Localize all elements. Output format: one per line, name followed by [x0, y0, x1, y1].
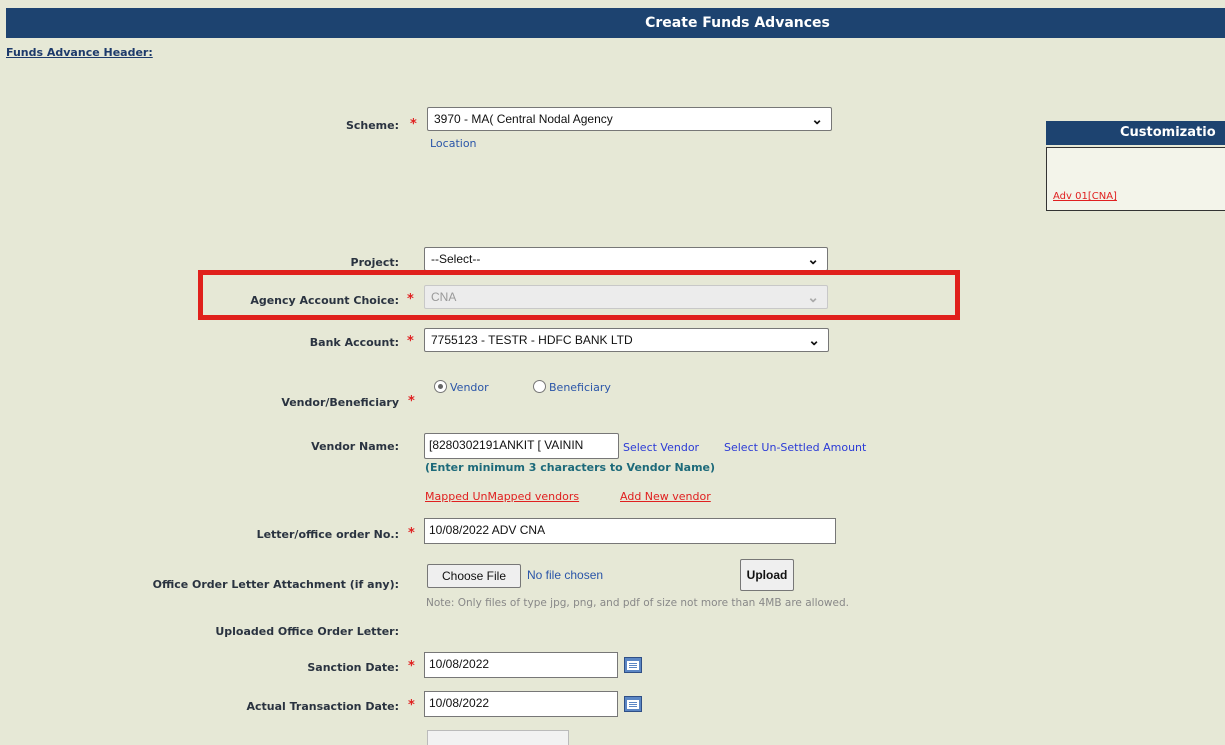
page-header-bar: Create Funds Advances [6, 8, 1225, 38]
required-asterisk: * [408, 526, 415, 541]
bank-account-select-value: 7755123 - TESTR - HDFC BANK LTD [431, 333, 633, 347]
required-asterisk: * [410, 117, 417, 132]
vendor-radio[interactable] [434, 380, 447, 393]
section-title-funds-advance-header[interactable]: Funds Advance Header: [6, 46, 153, 59]
sanction-date-label: Sanction Date: [307, 661, 399, 674]
actual-transaction-date-label: Actual Transaction Date: [246, 700, 399, 713]
project-select-value: --Select-- [431, 252, 481, 266]
next-field-partial [427, 730, 569, 745]
project-select[interactable]: --Select-- ⌄ [424, 247, 828, 271]
page-title: Create Funds Advances [645, 15, 830, 31]
required-asterisk: * [408, 394, 415, 409]
customization-link[interactable]: Adv 01[CNA] [1053, 191, 1117, 202]
calendar-icon[interactable] [624, 657, 642, 673]
mapped-unmapped-vendors-link[interactable]: Mapped UnMapped vendors [425, 490, 579, 503]
no-file-chosen-text: No file chosen [527, 568, 604, 582]
select-unsettled-amount-link[interactable]: Select Un-Settled Amount [724, 441, 866, 454]
vendor-name-input[interactable]: [8280302191ANKIT [ VAININ [424, 433, 619, 459]
add-new-vendor-link[interactable]: Add New vendor [620, 490, 711, 503]
uploaded-letter-label: Uploaded Office Order Letter: [215, 625, 399, 638]
required-asterisk: * [408, 698, 415, 713]
letter-order-input[interactable]: 10/08/2022 ADV CNA [424, 518, 836, 544]
calendar-icon[interactable] [624, 696, 642, 712]
required-asterisk: * [408, 659, 415, 674]
chevron-down-icon: ⌄ [808, 332, 820, 348]
chevron-down-icon: ⌄ [807, 251, 819, 267]
scheme-label: Scheme: [345, 119, 399, 132]
vendor-beneficiary-label: Vendor/Beneficiary [281, 396, 399, 409]
customization-panel: Adv 01[CNA] [1046, 147, 1225, 211]
chevron-down-icon: ⌄ [811, 111, 823, 127]
highlight-box [198, 270, 960, 320]
scheme-select-value: 3970 - MA( Central Nodal Agency [434, 112, 613, 126]
sanction-date-input[interactable]: 10/08/2022 [424, 652, 618, 678]
required-asterisk: * [407, 334, 414, 349]
vendor-name-hint: (Enter minimum 3 characters to Vendor Na… [425, 461, 716, 474]
scheme-select[interactable]: 3970 - MA( Central Nodal Agency ⌄ [427, 107, 832, 131]
customization-panel-header: Customizatio [1046, 121, 1225, 145]
project-label: Project: [350, 256, 399, 269]
vendor-name-label: Vendor Name: [311, 440, 399, 453]
select-vendor-link[interactable]: Select Vendor [623, 441, 699, 454]
customization-title: Customizatio [1120, 125, 1216, 140]
beneficiary-radio-label: Beneficiary [549, 381, 611, 394]
letter-order-label: Letter/office order No.: [256, 528, 399, 541]
beneficiary-radio[interactable] [533, 380, 546, 393]
actual-transaction-date-input[interactable]: 10/08/2022 [424, 691, 618, 717]
attachment-label: Office Order Letter Attachment (if any): [152, 578, 399, 591]
upload-button[interactable]: Upload [740, 559, 794, 591]
attachment-note: Note: Only files of type jpg, png, and p… [426, 597, 849, 609]
bank-account-select[interactable]: 7755123 - TESTR - HDFC BANK LTD ⌄ [424, 328, 829, 352]
vendor-radio-label: Vendor [450, 381, 489, 394]
scheme-location-label: Location [430, 137, 477, 150]
bank-account-label: Bank Account: [309, 336, 399, 349]
choose-file-button[interactable]: Choose File [427, 564, 521, 588]
